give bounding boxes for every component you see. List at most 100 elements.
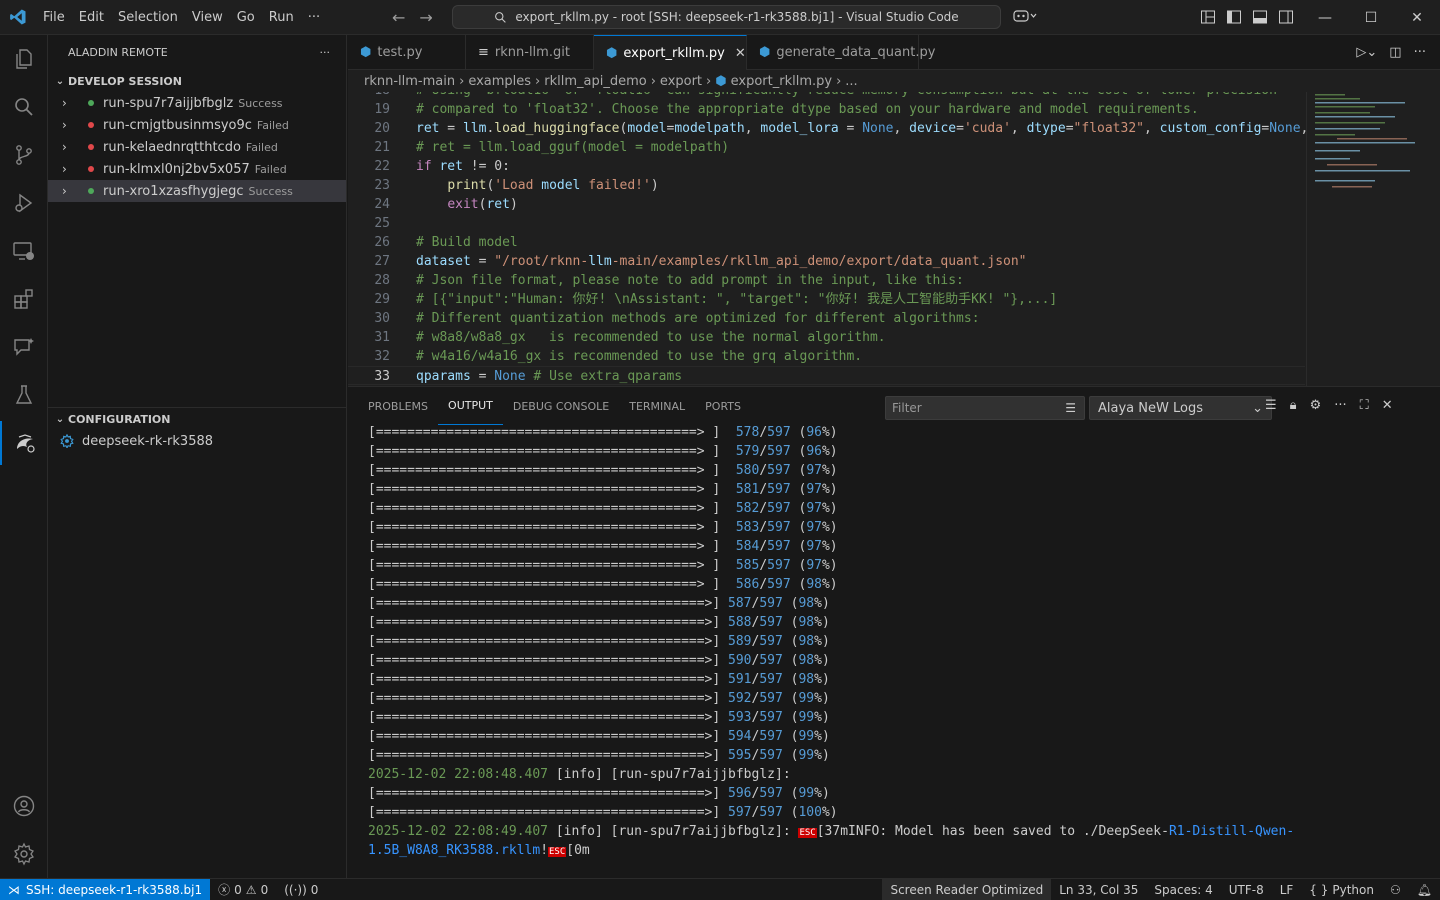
maximize-icon[interactable]: ☐ [1348, 0, 1394, 35]
problems-status[interactable]: ⓧ 0 ⚠ 0 [210, 879, 276, 900]
close-window-icon[interactable]: ✕ [1394, 0, 1440, 35]
menu-file[interactable]: File [36, 0, 72, 35]
language-mode[interactable]: { } Python [1301, 879, 1382, 900]
log-line: [=======================================… [368, 501, 838, 516]
code-editor[interactable]: 18 # Using 'bfloat16' or 'float16' can si… [348, 92, 1440, 386]
copilot-status-icon[interactable]: ⚇ [1382, 879, 1409, 900]
tab-rknn-llm-git[interactable]: ≡ rknn-llm.git [466, 35, 594, 70]
split-editor-icon[interactable]: ◫ [1389, 45, 1401, 60]
code-line: 22 if ret != 0: [348, 157, 510, 176]
close-panel-icon[interactable]: ✕ [1382, 398, 1393, 413]
breadcrumb: rknn-llm-main › examples › rkllm_api_demo ›… [348, 70, 1440, 92]
filter-icon[interactable]: ☰ [1065, 401, 1076, 415]
code-text: # ret = llm.load_gguf(model = modelpath) [416, 140, 730, 155]
encoding-status[interactable]: UTF-8 [1221, 879, 1272, 900]
menu-go[interactable]: Go [230, 0, 262, 35]
ports-status[interactable]: ((·)) 0 [276, 879, 326, 900]
breadcrumb-item[interactable]: ... [845, 74, 857, 89]
back-arrow-icon[interactable]: ← [392, 8, 405, 27]
config-item[interactable]: deepseek-rk-rk3588 [48, 430, 347, 452]
filter-placeholder: Filter [892, 401, 922, 415]
tab-debug-console[interactable]: DEBUG CONSOLE [503, 387, 619, 425]
breadcrumb-item[interactable]: examples [468, 74, 531, 89]
configuration-label: CONFIGURATION [68, 412, 171, 426]
git-file-icon: ≡ [478, 45, 489, 60]
forward-arrow-icon[interactable]: → [419, 8, 432, 27]
menu-run[interactable]: Run [262, 0, 301, 35]
menu-selection[interactable]: Selection [111, 0, 185, 35]
run-name: run-kelaednrqtthtcdo [103, 139, 241, 155]
output-log[interactable]: [=======================================… [368, 423, 1428, 860]
maximize-panel-icon[interactable]: ⛶ [1360, 398, 1369, 413]
testing-icon[interactable] [0, 373, 48, 417]
toggle-primary-sidebar-icon[interactable] [1226, 9, 1242, 25]
panel-more-icon[interactable]: ··· [1334, 398, 1346, 413]
close-tab-icon[interactable]: ✕ [735, 46, 746, 61]
minimize-icon[interactable]: — [1302, 0, 1348, 35]
aladdin-remote-icon[interactable] [0, 421, 48, 465]
menu-edit[interactable]: Edit [72, 0, 111, 35]
tab-test-py[interactable]: ⬢ test.py [348, 35, 466, 70]
escape-char-badge: ESC [798, 828, 817, 838]
sidebar-more-icon[interactable]: ··· [320, 46, 331, 59]
develop-session-label: DEVELOP SESSION [68, 74, 182, 88]
explorer-icon[interactable] [0, 37, 48, 81]
session-run-item[interactable]: › run-klmxl0nj2bv5x057 Failed [48, 158, 346, 180]
error-icon: ⓧ [218, 883, 231, 897]
accounts-icon[interactable] [0, 784, 48, 828]
tab-export-rkllm-py[interactable]: ⬢ export_rkllm.py ✕ [594, 35, 747, 70]
session-run-item[interactable]: › run-kelaednrqtthtcdo Failed [48, 136, 346, 158]
remote-label: SSH: deepseek-r1-rk3588.bj1 [26, 882, 203, 897]
toggle-secondary-sidebar-icon[interactable] [1278, 9, 1294, 25]
output-channel-select[interactable]: Alaya NeW Logs ⌄ [1089, 396, 1272, 420]
chevron-down-icon: ⌄ [1252, 400, 1263, 416]
menu-view[interactable]: View [185, 0, 230, 35]
breadcrumb-item[interactable]: rkllm_api_demo [544, 74, 646, 89]
tab-ports[interactable]: PORTS [695, 387, 751, 425]
tab-terminal[interactable]: TERMINAL [619, 387, 695, 425]
tab-problems[interactable]: PROBLEMS [358, 387, 438, 425]
status-bar: ⋊ SSH: deepseek-r1-rk3588.bj1 ⓧ 0 ⚠ 0 ((… [0, 878, 1440, 900]
editor-more-icon[interactable]: ··· [1414, 45, 1426, 60]
code-text: print('Load model failed!') [447, 178, 659, 193]
code-text: qparams = None # Use extra_qparams [416, 369, 683, 384]
develop-session-header[interactable]: ⌄ DEVELOP SESSION [48, 70, 346, 92]
lock-scroll-icon[interactable]: 🔒︎ [1290, 398, 1297, 413]
clear-output-icon[interactable]: ☰ [1265, 398, 1277, 413]
settings-gear-icon[interactable] [0, 832, 48, 876]
menu-more[interactable]: ··· [301, 0, 327, 35]
run-and-debug-icon[interactable] [0, 181, 48, 225]
tab-generate-data-quant-py[interactable]: ⬢ generate_data_quant.py [747, 35, 935, 70]
customize-layout-icon[interactable] [1200, 9, 1216, 25]
extensions-icon[interactable] [0, 277, 48, 321]
breadcrumb-item[interactable]: rknn-llm-main [364, 74, 455, 89]
command-center-search[interactable]: export_rkllm.py - root [SSH: deepseek-r1… [452, 5, 1001, 29]
search-view-icon[interactable] [0, 85, 48, 129]
copilot-icon[interactable] [1013, 8, 1037, 28]
screen-reader-status[interactable]: Screen Reader Optimized [882, 878, 1052, 900]
breadcrumb-item[interactable]: export_rkllm.py [731, 74, 832, 89]
eol-status[interactable]: LF [1272, 879, 1302, 900]
run-python-icon[interactable]: ▷⌄ [1356, 45, 1377, 60]
log-line: [=======================================… [368, 672, 830, 687]
remote-explorer-icon[interactable] [0, 229, 48, 273]
session-run-item[interactable]: › run-cmjgtbusinmsyo9c Failed [48, 114, 346, 136]
configuration-header[interactable]: ⌄ CONFIGURATION [48, 408, 347, 430]
chat-icon[interactable] [0, 325, 48, 369]
log-line: [=======================================… [368, 425, 838, 440]
indentation-status[interactable]: Spaces: 4 [1146, 879, 1220, 900]
cursor-position[interactable]: Ln 33, Col 35 [1051, 879, 1146, 900]
breadcrumb-item[interactable]: export [660, 74, 702, 89]
notifications-bell-icon[interactable]: 🔔︎ [1409, 879, 1440, 900]
output-filter-input[interactable]: Filter ☰ [885, 396, 1085, 420]
output-settings-gear-icon[interactable]: ⚙ [1310, 398, 1322, 413]
tab-output[interactable]: OUTPUT [438, 387, 503, 425]
log-line: [=======================================… [368, 653, 830, 668]
session-run-item[interactable]: › run-xro1xzasfhygjegc Success [48, 180, 346, 202]
source-control-icon[interactable] [0, 133, 48, 177]
status-dot [88, 188, 94, 194]
session-run-item[interactable]: › run-spu7r7aijjbfbglz Success [48, 92, 346, 114]
toggle-panel-icon[interactable] [1252, 9, 1268, 25]
remote-indicator[interactable]: ⋊ SSH: deepseek-r1-rk3588.bj1 [0, 878, 211, 900]
minimap[interactable] [1306, 92, 1428, 386]
